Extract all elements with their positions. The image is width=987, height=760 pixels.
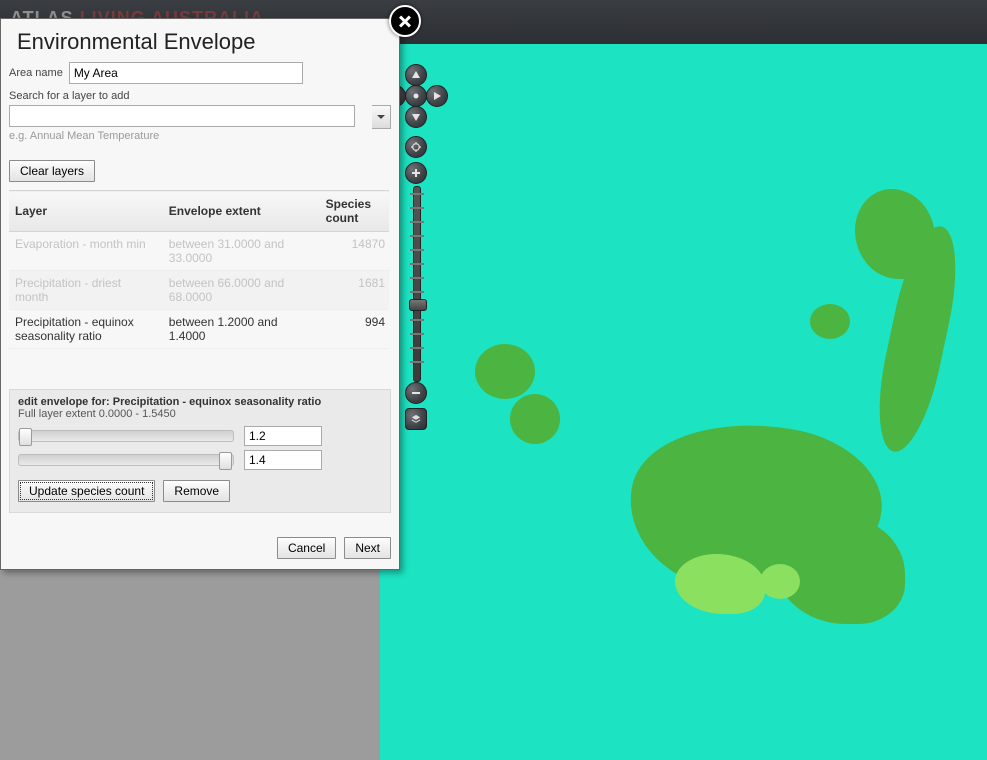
max-slider-handle[interactable] (219, 452, 232, 470)
zoom-in-button[interactable] (405, 162, 427, 184)
edit-envelope-caption: edit envelope for: Precipitation - equin… (18, 396, 382, 408)
close-button[interactable] (389, 5, 421, 37)
edit-envelope-extent: Full layer extent 0.0000 - 1.5450 (18, 408, 382, 420)
cell-extent: between 1.2000 and 1.4000 (163, 310, 320, 349)
zoom-tick (410, 291, 424, 293)
landmass (510, 394, 560, 444)
table-row[interactable]: Precipitation - equinox seasonality rati… (9, 310, 389, 349)
zoom-out-button[interactable] (405, 382, 427, 404)
zoom-tick (410, 319, 424, 321)
zoom-tick (410, 333, 424, 335)
reset-extent-button[interactable] (405, 136, 427, 158)
pan-right-button[interactable] (426, 85, 448, 107)
area-name-input[interactable] (69, 62, 303, 84)
cell-count: 14870 (320, 232, 389, 271)
cancel-button[interactable]: Cancel (277, 537, 336, 559)
arrow-down-icon (411, 112, 421, 122)
min-slider-track[interactable] (18, 430, 234, 442)
environmental-envelope-dialog: Environmental Envelope Area name Search … (0, 18, 400, 570)
zoom-tick (410, 193, 424, 195)
cell-count: 1681 (320, 271, 389, 310)
edit-envelope-panel: edit envelope for: Precipitation - equin… (9, 389, 391, 513)
zoom-tick (410, 249, 424, 251)
dot-icon (411, 91, 421, 101)
minus-icon (411, 388, 421, 398)
layer-search-input[interactable] (9, 105, 355, 127)
min-slider-handle[interactable] (19, 428, 32, 446)
arrow-right-icon (432, 91, 442, 101)
layers-icon (411, 414, 421, 424)
pan-down-button[interactable] (405, 106, 427, 128)
zoom-tick (410, 347, 424, 349)
cell-count: 994 (320, 310, 389, 349)
cell-extent: between 66.0000 and 68.0000 (163, 271, 320, 310)
layers-button[interactable] (405, 408, 427, 430)
landmass (475, 344, 535, 399)
arrow-up-icon (411, 70, 421, 80)
layer-search-combo[interactable] (9, 105, 391, 127)
map-canvas[interactable] (380, 44, 987, 760)
max-value-input[interactable] (244, 450, 322, 470)
layers-table: Layer Envelope extent Species count Evap… (9, 190, 389, 349)
cell-layer: Precipitation - equinox seasonality rati… (9, 310, 163, 349)
col-layer[interactable]: Layer (9, 191, 163, 232)
remove-layer-button[interactable]: Remove (163, 480, 230, 502)
landmass (855, 189, 935, 279)
table-row[interactable]: Precipitation - driest monthbetween 66.0… (9, 271, 389, 310)
zoom-slider-handle[interactable] (409, 299, 427, 311)
landmass (810, 304, 850, 339)
min-value-input[interactable] (244, 426, 322, 446)
layer-search-hint: e.g. Annual Mean Temperature (1, 127, 399, 152)
pan-up-button[interactable] (405, 64, 427, 86)
pan-center-button[interactable] (405, 85, 427, 107)
zoom-tick (410, 221, 424, 223)
zoom-tick (410, 263, 424, 265)
area-name-label: Area name (9, 67, 63, 79)
search-layer-label: Search for a layer to add (1, 85, 399, 105)
cell-layer: Evaporation - month min (9, 232, 163, 271)
dialog-title: Environmental Envelope (1, 19, 399, 61)
clear-layers-button[interactable]: Clear layers (9, 160, 95, 182)
zoom-tick (410, 361, 424, 363)
next-button[interactable]: Next (344, 537, 391, 559)
target-icon (411, 142, 421, 152)
cell-extent: between 31.0000 and 33.0000 (163, 232, 320, 271)
landmass (760, 564, 800, 599)
col-extent[interactable]: Envelope extent (163, 191, 320, 232)
update-species-count-button[interactable]: Update species count (18, 480, 155, 502)
col-count[interactable]: Species count (320, 191, 389, 232)
plus-icon (411, 168, 421, 178)
zoom-tick (410, 235, 424, 237)
cell-layer: Precipitation - driest month (9, 271, 163, 310)
zoom-tick (410, 207, 424, 209)
table-row[interactable]: Evaporation - month minbetween 31.0000 a… (9, 232, 389, 271)
layer-search-dropdown-button[interactable] (372, 105, 391, 129)
dialog-footer: Cancel Next (1, 513, 399, 569)
max-slider-track[interactable] (18, 454, 234, 466)
zoom-tick (410, 277, 424, 279)
zoom-slider-track[interactable] (413, 186, 421, 382)
